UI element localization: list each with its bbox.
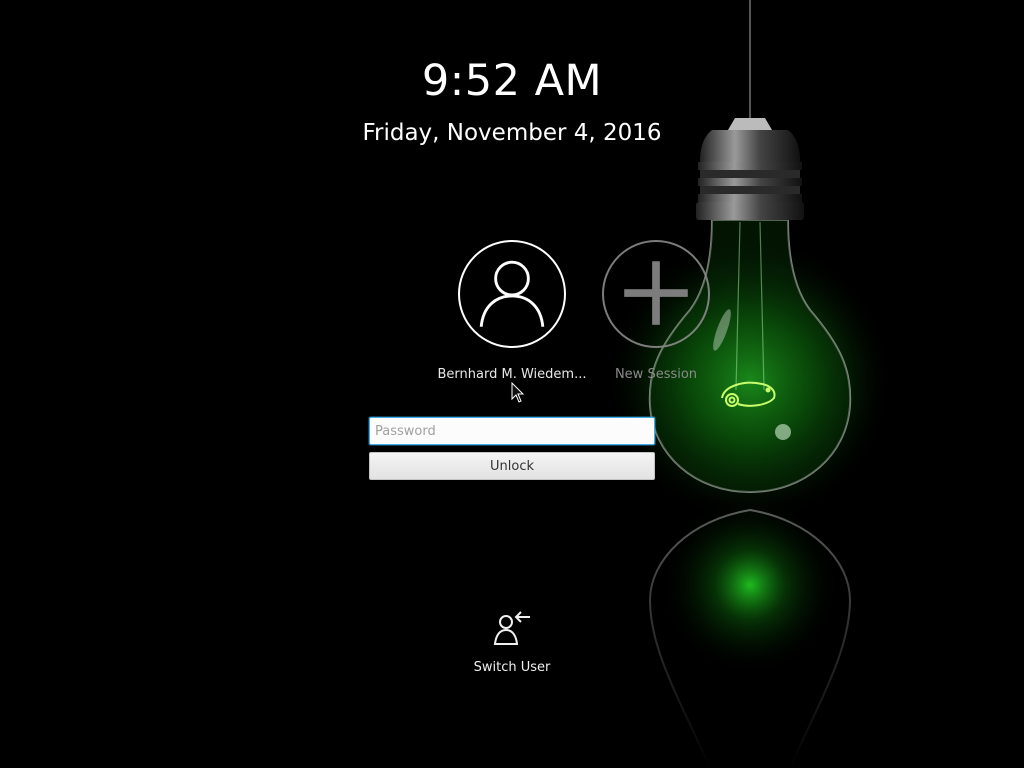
switch-user-icon xyxy=(492,608,532,648)
user-name[interactable]: Bernhard M. Wiedem... xyxy=(422,367,602,382)
password-input[interactable] xyxy=(369,417,655,445)
clock-date: Friday, November 4, 2016 xyxy=(362,120,662,146)
plus-icon xyxy=(624,261,688,325)
unlock-button[interactable]: Unlock xyxy=(369,452,655,480)
new-session-button[interactable] xyxy=(602,240,710,348)
switch-user-button[interactable]: Switch User xyxy=(462,608,562,680)
user-avatar[interactable] xyxy=(458,240,566,348)
clock-time: 9:52 AM xyxy=(421,56,603,106)
new-session-label[interactable]: New Session xyxy=(586,367,726,382)
mouse-cursor-icon xyxy=(511,382,525,403)
user-icon xyxy=(479,260,545,327)
switch-user-label: Switch User xyxy=(473,660,551,675)
lock-screen: 9:52 AM Friday, November 4, 2016 Bernhar… xyxy=(0,0,1024,768)
